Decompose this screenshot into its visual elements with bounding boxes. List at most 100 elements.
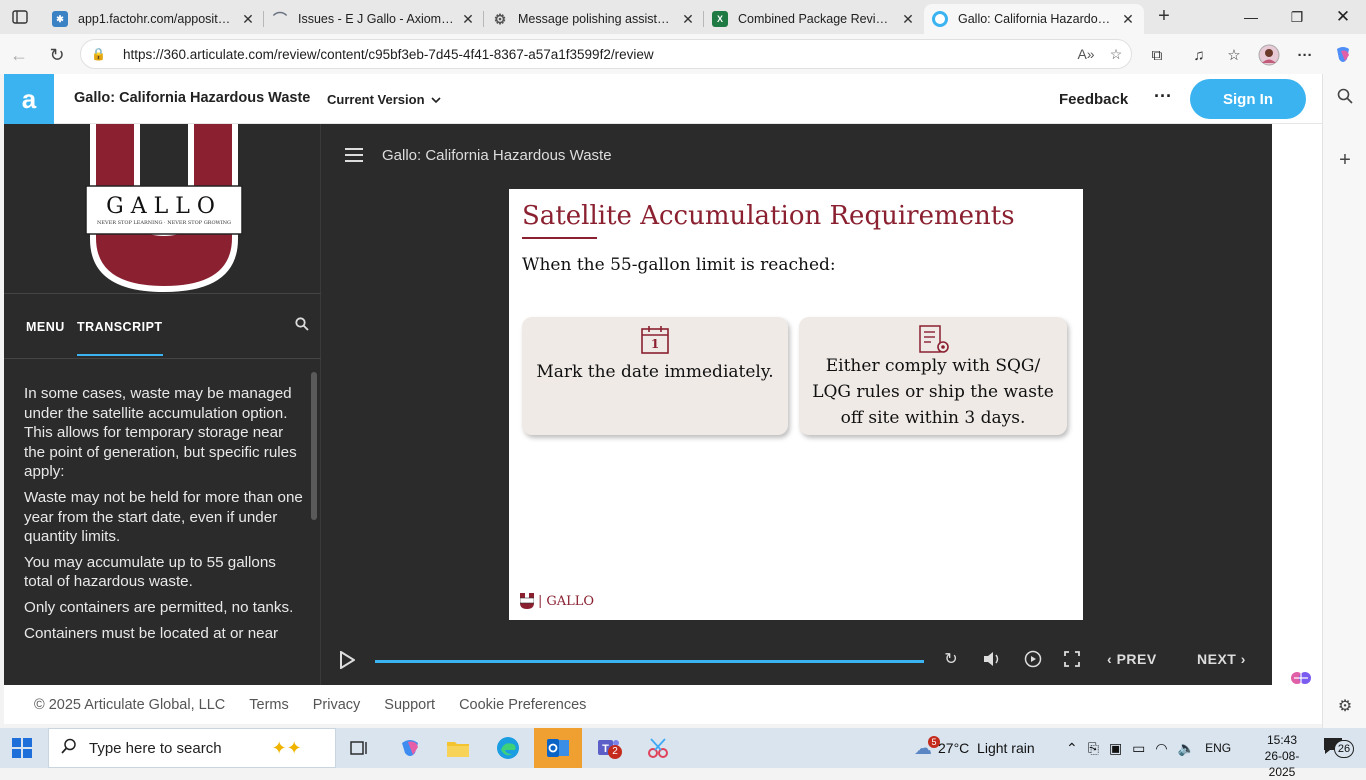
outlook-icon[interactable] (534, 728, 582, 768)
version-dropdown[interactable]: Current Version (327, 92, 441, 107)
notification-center[interactable]: 26 (1322, 736, 1358, 760)
windows-taskbar: Type here to search ✦✦ T 2 ☁ 5 27°C Ligh… (0, 728, 1366, 779)
chevron-up-icon[interactable]: ⌃ (1066, 740, 1078, 757)
weather-widget[interactable]: ☁ 5 27°C Light rain (914, 728, 1035, 768)
footer-link-cookie-preferences[interactable]: Cookie Preferences (459, 697, 586, 713)
tab-title: Gallo: California Hazardous W (958, 12, 1114, 26)
page-footer: © 2025 Articulate Global, LLC Terms Priv… (4, 685, 1322, 724)
weather-badge: 5 (928, 736, 940, 748)
card-text: Mark the date immediately. (536, 362, 774, 382)
tab-articulate[interactable]: Gallo: California Hazardous W ✕ (924, 4, 1144, 34)
volume-icon[interactable]: 🔈 (1178, 740, 1195, 757)
seekbar[interactable] (375, 660, 924, 663)
system-tray: ⌃ ⎘ ▣ ▭ ◠ 🔈 ENG (1066, 728, 1231, 768)
replay-icon[interactable]: ↻ (941, 649, 961, 669)
weather-text: 27°C Light rain (938, 740, 1035, 756)
tab-title: app1.factohr.com/apposite/W (78, 12, 234, 26)
articulate-logo[interactable]: a (4, 74, 54, 124)
feedback-button[interactable]: Feedback (1059, 91, 1128, 108)
gallo-mini-logo-icon (520, 593, 534, 609)
media-icon[interactable]: ♫ (1186, 42, 1212, 68)
search-icon[interactable] (1333, 84, 1357, 108)
snipping-tool-icon[interactable] (634, 728, 682, 768)
tab-menu[interactable]: MENU (26, 320, 65, 334)
profile-avatar[interactable] (1256, 42, 1282, 68)
prev-label: PREV (1116, 651, 1157, 667)
tab-axiom[interactable]: ⌒ Issues - E J Gallo - Axiom - An ✕ (264, 4, 484, 34)
back-button[interactable]: ← (6, 42, 32, 68)
edge-browser-icon[interactable] (484, 728, 532, 768)
course-player: GALLO NEVER STOP LEARNING · NEVER STOP G… (4, 124, 1272, 685)
close-icon[interactable]: ✕ (460, 11, 476, 28)
battery-icon[interactable]: ▭ (1132, 740, 1145, 757)
taskbar-search[interactable]: Type here to search ✦✦ (48, 728, 336, 768)
info-card-comply: Either comply with SQG/ LQG rules or shi… (799, 317, 1067, 435)
more-options-button[interactable]: ··· (1154, 86, 1172, 107)
sign-in-button[interactable]: Sign In (1190, 79, 1306, 119)
minimize-button[interactable]: — (1228, 0, 1274, 34)
transcript-scrollbar[interactable] (311, 372, 317, 520)
playback-speed-icon[interactable] (1023, 649, 1043, 669)
settings-more-icon[interactable]: ··· (1292, 42, 1318, 68)
windows-start-icon[interactable] (12, 738, 32, 758)
close-window-button[interactable]: ✕ (1320, 0, 1366, 34)
read-aloud-icon[interactable]: A» (1071, 46, 1101, 62)
transcript-paragraph: You may accumulate up to 55 gallons tota… (24, 553, 276, 591)
tab-excel[interactable]: X Combined Package Review 21 ✕ (704, 4, 924, 34)
gallo-u-logo: GALLO NEVER STOP LEARNING · NEVER STOP G… (4, 124, 321, 294)
app-header: a Gallo: California Hazardous Waste Curr… (4, 74, 1322, 124)
version-label: Current Version (327, 92, 425, 107)
favorites-icon[interactable]: ☆ (1221, 42, 1247, 68)
close-icon[interactable]: ✕ (900, 11, 916, 28)
slide: Satellite Accumulation Requirements When… (509, 189, 1083, 620)
copilot-app-icon[interactable] (386, 728, 434, 768)
close-icon[interactable]: ✕ (680, 11, 696, 28)
tab-factohr[interactable]: ✱ app1.factohr.com/apposite/W ✕ (44, 4, 264, 34)
clock[interactable]: 15:43 26-08-2025 (1254, 732, 1310, 780)
new-tab-button[interactable]: + (1152, 5, 1176, 29)
transcript-paragraph: In some cases, waste may be managed unde… (24, 385, 297, 481)
footer-link-support[interactable]: Support (384, 697, 435, 713)
slide-subtitle: When the 55-gallon limit is reached: (522, 255, 836, 275)
prev-button[interactable]: ‹ PREV (1107, 651, 1157, 667)
search-icon[interactable] (295, 317, 309, 334)
tab-transcript[interactable]: TRANSCRIPT (77, 320, 163, 356)
language-indicator[interactable]: ENG (1205, 741, 1231, 755)
clock-date: 26-08-2025 (1264, 749, 1300, 779)
browser-tab-bar: ✱ app1.factohr.com/apposite/W ✕ ⌒ Issues… (0, 0, 1366, 34)
display-icon[interactable]: ▣ (1109, 740, 1122, 757)
fullscreen-icon[interactable] (1062, 649, 1082, 669)
play-button[interactable] (339, 650, 357, 670)
tab-actions-icon[interactable] (8, 6, 32, 28)
player-title-row: Gallo: California Hazardous Waste (321, 124, 1272, 190)
address-bar[interactable]: 🔒 https://360.articulate.com/review/cont… (80, 39, 1132, 69)
tab-chatgpt[interactable]: ⚙ Message polishing assistance ✕ (484, 4, 704, 34)
transcript-paragraph: Containers must be located at or near (24, 624, 279, 642)
favorite-star-icon[interactable]: ☆ (1101, 46, 1131, 63)
restore-button[interactable]: ❐ (1274, 0, 1320, 34)
file-explorer-icon[interactable] (434, 728, 482, 768)
slide-title: Satellite Accumulation Requirements (522, 201, 1015, 231)
close-icon[interactable]: ✕ (240, 11, 256, 28)
copilot-icon[interactable] (1330, 42, 1356, 68)
tab-title: Message polishing assistance (518, 12, 674, 26)
close-icon[interactable]: ✕ (1120, 11, 1136, 28)
footer-link-privacy[interactable]: Privacy (313, 697, 361, 713)
gear-icon[interactable]: ⚙ (1333, 694, 1357, 718)
volume-icon[interactable] (982, 649, 1002, 669)
footer-link-terms[interactable]: Terms (249, 697, 288, 713)
next-button[interactable]: NEXT › (1197, 651, 1246, 667)
footer-brand: GALLO (546, 593, 595, 609)
task-view-icon[interactable] (336, 728, 384, 768)
wifi-icon[interactable]: ◠ (1155, 740, 1167, 757)
site-info-icon[interactable]: 🔒 (91, 47, 109, 61)
axiom-icon: ⌒ (273, 11, 287, 27)
title-underline (522, 237, 597, 239)
meet-icon[interactable]: ⎘ (1088, 740, 1099, 757)
teams-icon[interactable]: T 2 (584, 728, 632, 768)
transcript-paragraph: Waste may not be held for more than one … (24, 488, 303, 546)
add-icon[interactable]: + (1333, 148, 1357, 172)
hamburger-menu-icon[interactable] (345, 148, 363, 162)
extensions-icon[interactable]: ⧉ (1144, 42, 1170, 68)
refresh-button[interactable]: ↻ (44, 42, 70, 68)
